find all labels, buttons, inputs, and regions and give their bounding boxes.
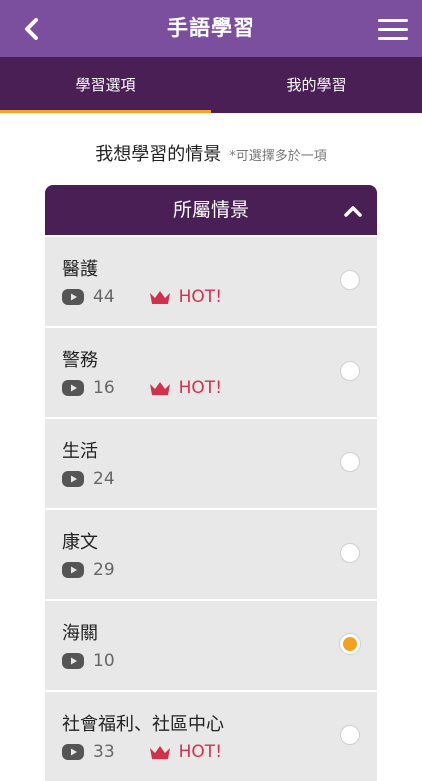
- crown-icon: [149, 291, 170, 304]
- scenario-item[interactable]: 康文 29: [45, 510, 377, 599]
- play-icon: [62, 653, 84, 669]
- scenario-name: 康文: [62, 532, 98, 553]
- app-bar: 手語學習: [0, 0, 422, 57]
- page-title: 手語學習: [167, 16, 255, 40]
- scenario-meta: 24: [62, 469, 115, 489]
- tab-bar: 學習選項 我的學習: [0, 57, 422, 113]
- scenario-section: 所屬情景 醫護 44 HOT! 警務 16 HOT! 生活 24 康文 29 海…: [45, 185, 377, 781]
- scenario-item[interactable]: 醫護 44 HOT!: [45, 237, 377, 326]
- select-radio[interactable]: [340, 361, 360, 381]
- select-radio[interactable]: [340, 634, 360, 654]
- heading-title: 我想學習的情景: [95, 144, 222, 165]
- hot-badge: HOT!: [149, 378, 222, 398]
- scenario-name: 醫護: [62, 259, 98, 280]
- scenario-item[interactable]: 生活 24: [45, 419, 377, 508]
- scenario-name: 生活: [62, 441, 98, 462]
- section-title: 所屬情景: [172, 199, 249, 221]
- video-count: 16: [93, 378, 115, 398]
- menu-button[interactable]: [378, 14, 408, 44]
- video-count: 33: [93, 742, 115, 762]
- video-count: 24: [93, 469, 115, 489]
- scenario-meta: 33 HOT!: [62, 742, 222, 762]
- play-icon: [62, 380, 84, 396]
- section-header[interactable]: 所屬情景: [45, 185, 377, 235]
- crown-icon: [149, 382, 170, 395]
- scenario-name: 社會福利、社區中心: [62, 714, 224, 735]
- hot-label: HOT!: [178, 378, 223, 398]
- chevron-up-icon[interactable]: [343, 201, 363, 221]
- scenario-meta: 29: [62, 560, 115, 580]
- crown-icon: [149, 746, 170, 759]
- hot-label: HOT!: [178, 742, 223, 762]
- scenario-item[interactable]: 社會福利、社區中心 33 HOT!: [45, 692, 377, 781]
- tab-learning-options[interactable]: 學習選項: [0, 57, 211, 113]
- play-icon: [62, 471, 84, 487]
- video-count: 29: [93, 560, 115, 580]
- play-icon: [62, 289, 84, 305]
- scenario-list: 醫護 44 HOT! 警務 16 HOT! 生活 24 康文 29 海關 10 …: [45, 237, 377, 781]
- hot-badge: HOT!: [149, 287, 222, 307]
- play-icon: [62, 744, 84, 760]
- video-count: 10: [93, 651, 115, 671]
- scenario-meta: 10: [62, 651, 115, 671]
- heading-note: *可選擇多於一項: [229, 149, 327, 164]
- section-heading: 我想學習的情景 *可選擇多於一項: [0, 140, 422, 166]
- scenario-meta: 16 HOT!: [62, 378, 222, 398]
- select-radio[interactable]: [340, 543, 360, 563]
- video-count: 44: [93, 287, 115, 307]
- play-icon: [62, 562, 84, 578]
- select-radio[interactable]: [340, 725, 360, 745]
- select-radio[interactable]: [340, 270, 360, 290]
- tab-my-learning[interactable]: 我的學習: [211, 57, 422, 113]
- scenario-meta: 44 HOT!: [62, 287, 222, 307]
- scenario-item[interactable]: 海關 10: [45, 601, 377, 690]
- hot-badge: HOT!: [149, 742, 222, 762]
- hamburger-menu-icon: [378, 18, 408, 22]
- hot-label: HOT!: [178, 287, 223, 307]
- scenario-name: 警務: [62, 350, 98, 371]
- scenario-item[interactable]: 警務 16 HOT!: [45, 328, 377, 417]
- scenario-name: 海關: [62, 623, 98, 644]
- select-radio[interactable]: [340, 452, 360, 472]
